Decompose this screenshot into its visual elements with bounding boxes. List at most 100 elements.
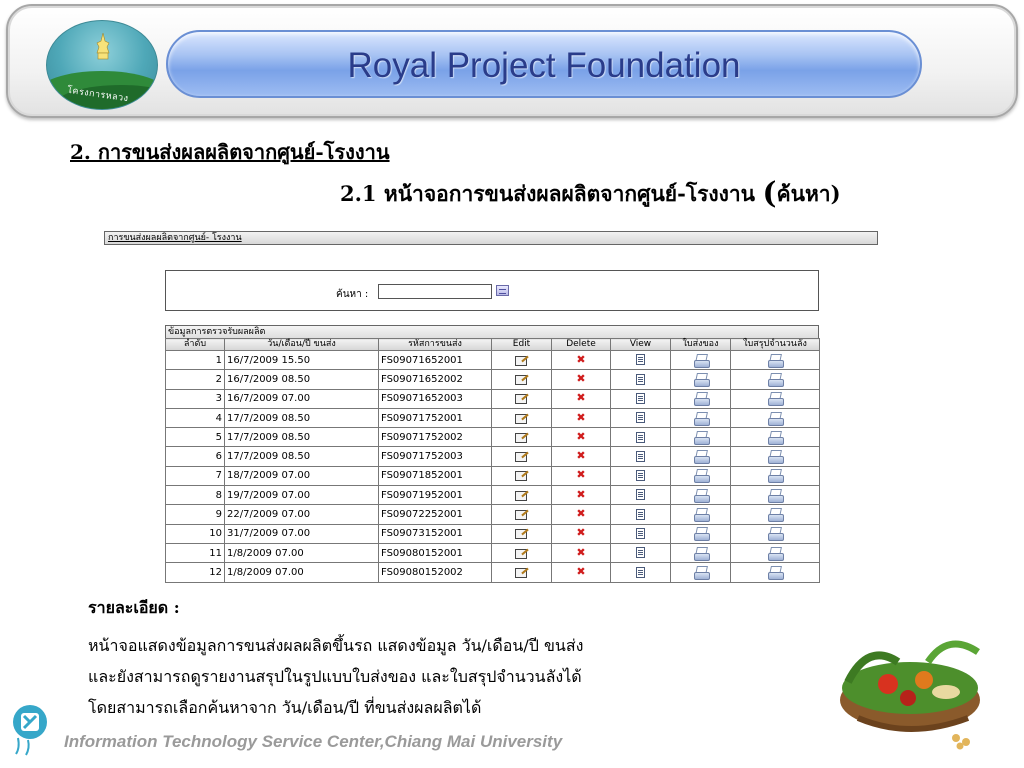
view-icon[interactable] [636,566,645,578]
delivery-note-printer-icon[interactable] [693,373,710,387]
edit-icon[interactable] [514,413,529,424]
edit-icon[interactable] [514,451,529,463]
view-icon[interactable] [636,450,645,462]
delivery-note-printer-icon[interactable] [693,547,710,561]
transport-grid: ข้อมูลการตรวจรับผลผลิต ลำดับ วัน/เดือน/ป… [165,325,820,583]
view-icon[interactable] [636,547,645,559]
view-icon[interactable] [636,373,645,385]
delivery-note-printer-icon[interactable] [693,527,710,542]
edit-icon[interactable] [514,374,529,385]
delivery-note-printer-icon[interactable] [693,412,710,426]
delivery-note-printer-icon[interactable] [693,566,710,580]
delete-icon[interactable]: ✖ [576,373,585,384]
delete-icon[interactable]: ✖ [576,354,585,365]
edit-icon[interactable] [514,355,529,366]
view-icon[interactable] [636,489,645,501]
box-summary-printer-icon[interactable] [767,527,784,542]
cell-delivery-note [670,504,731,525]
edit-icon[interactable] [514,528,529,540]
delete-icon[interactable]: ✖ [576,431,585,442]
delete-icon[interactable]: ✖ [576,527,585,538]
box-summary-printer-icon[interactable] [767,431,784,445]
cell-edit [491,485,552,506]
search-button[interactable] [496,285,509,296]
cell-edit [491,349,552,371]
box-summary-printer-icon[interactable] [767,469,784,484]
grid-body: 1 16/7/2009 15.50 FS09071652001 ✖ 2 16/7/2009… [165,349,820,583]
search-input[interactable] [378,284,492,299]
box-summary-printer-icon[interactable] [767,489,784,503]
edit-icon[interactable] [514,470,529,482]
box-summary-printer-icon[interactable] [767,373,784,387]
delete-icon[interactable]: ✖ [576,547,585,558]
delivery-note-printer-icon[interactable] [693,508,710,523]
delete-icon[interactable]: ✖ [576,412,585,423]
delivery-note-printer-icon[interactable] [693,469,710,484]
view-icon[interactable] [636,392,645,404]
view-icon[interactable] [636,412,645,424]
table-row: 11 1/8/2009 07.00 FS09080152001 ✖ [165,542,820,564]
view-icon[interactable] [636,508,645,520]
cell-no: 2 [165,369,225,390]
cell-edit [491,504,552,525]
delivery-note-printer-icon[interactable] [693,489,710,503]
edit-icon[interactable] [514,567,529,578]
cell-no: 5 [165,427,225,448]
delete-icon[interactable]: ✖ [576,508,585,519]
delivery-note-printer-icon[interactable] [693,450,710,465]
edit-icon[interactable] [514,548,529,559]
footer-text: Information Technology Service Center,Ch… [64,732,563,751]
edit-icon[interactable] [514,432,529,443]
table-row: 1 16/7/2009 15.50 FS09071652001 ✖ [165,349,820,371]
cell-box-summary [730,427,820,448]
cell-delete: ✖ [551,504,611,525]
cell-delivery-note [670,542,731,564]
cell-date: 1/8/2009 07.00 [224,542,379,564]
box-summary-printer-icon[interactable] [767,566,784,580]
delete-icon[interactable]: ✖ [576,489,585,500]
box-summary-printer-icon[interactable] [767,508,784,523]
cell-no: 3 [165,388,225,409]
cell-code: FS09080152001 [378,542,492,564]
delete-icon[interactable]: ✖ [576,566,585,577]
cell-no: 6 [165,446,225,467]
delivery-note-printer-icon[interactable] [693,354,710,368]
delete-icon[interactable]: ✖ [576,392,585,403]
box-summary-printer-icon[interactable] [767,450,784,465]
cell-view [610,446,671,467]
view-icon[interactable] [636,431,645,443]
cell-no: 8 [165,485,225,506]
delete-icon[interactable]: ✖ [576,450,585,461]
itsc-logo-icon [13,705,47,756]
box-summary-printer-icon[interactable] [767,412,784,426]
cell-date: 17/7/2009 08.50 [224,407,379,429]
edit-icon[interactable] [514,509,529,521]
cell-delivery-note [670,485,731,506]
view-icon[interactable] [636,528,645,540]
cell-view [610,427,671,448]
delivery-note-printer-icon[interactable] [693,392,710,407]
grid-header-row: ลำดับ วัน/เดือน/ปี ขนส่ง รหัสการขนส่ง Ed… [165,338,820,351]
box-summary-printer-icon[interactable] [767,547,784,561]
cell-delete: ✖ [551,562,611,583]
view-icon[interactable] [636,354,645,366]
app-window-title: การขนส่งผลผลิตจากศูนย์- โรงงาน [104,231,878,245]
cell-box-summary [730,369,820,390]
cell-delete: ✖ [551,465,611,487]
cell-edit [491,427,552,448]
section-heading: 2. การขนส่งผลผลิตจากศูนย์-โรงงาน [70,140,390,164]
delete-icon[interactable]: ✖ [576,469,585,480]
cell-edit [491,542,552,564]
view-icon[interactable] [636,470,645,482]
subsection-heading: 2.1 หน้าจอการขนส่งผลผลิตจากศูนย์-โรงงาน … [340,176,841,211]
edit-icon[interactable] [514,393,529,405]
box-summary-printer-icon[interactable] [767,392,784,407]
cell-code: FS09071652001 [378,349,492,371]
box-summary-printer-icon[interactable] [767,354,784,368]
col-header-box-summary: ใบสรุปจำนวนลัง [730,338,820,351]
cell-code: FS09072252001 [378,504,492,525]
delivery-note-printer-icon[interactable] [693,431,710,445]
table-row: 2 16/7/2009 08.50 FS09071652002 ✖ [165,369,820,390]
cell-view [610,369,671,390]
edit-icon[interactable] [514,490,529,501]
